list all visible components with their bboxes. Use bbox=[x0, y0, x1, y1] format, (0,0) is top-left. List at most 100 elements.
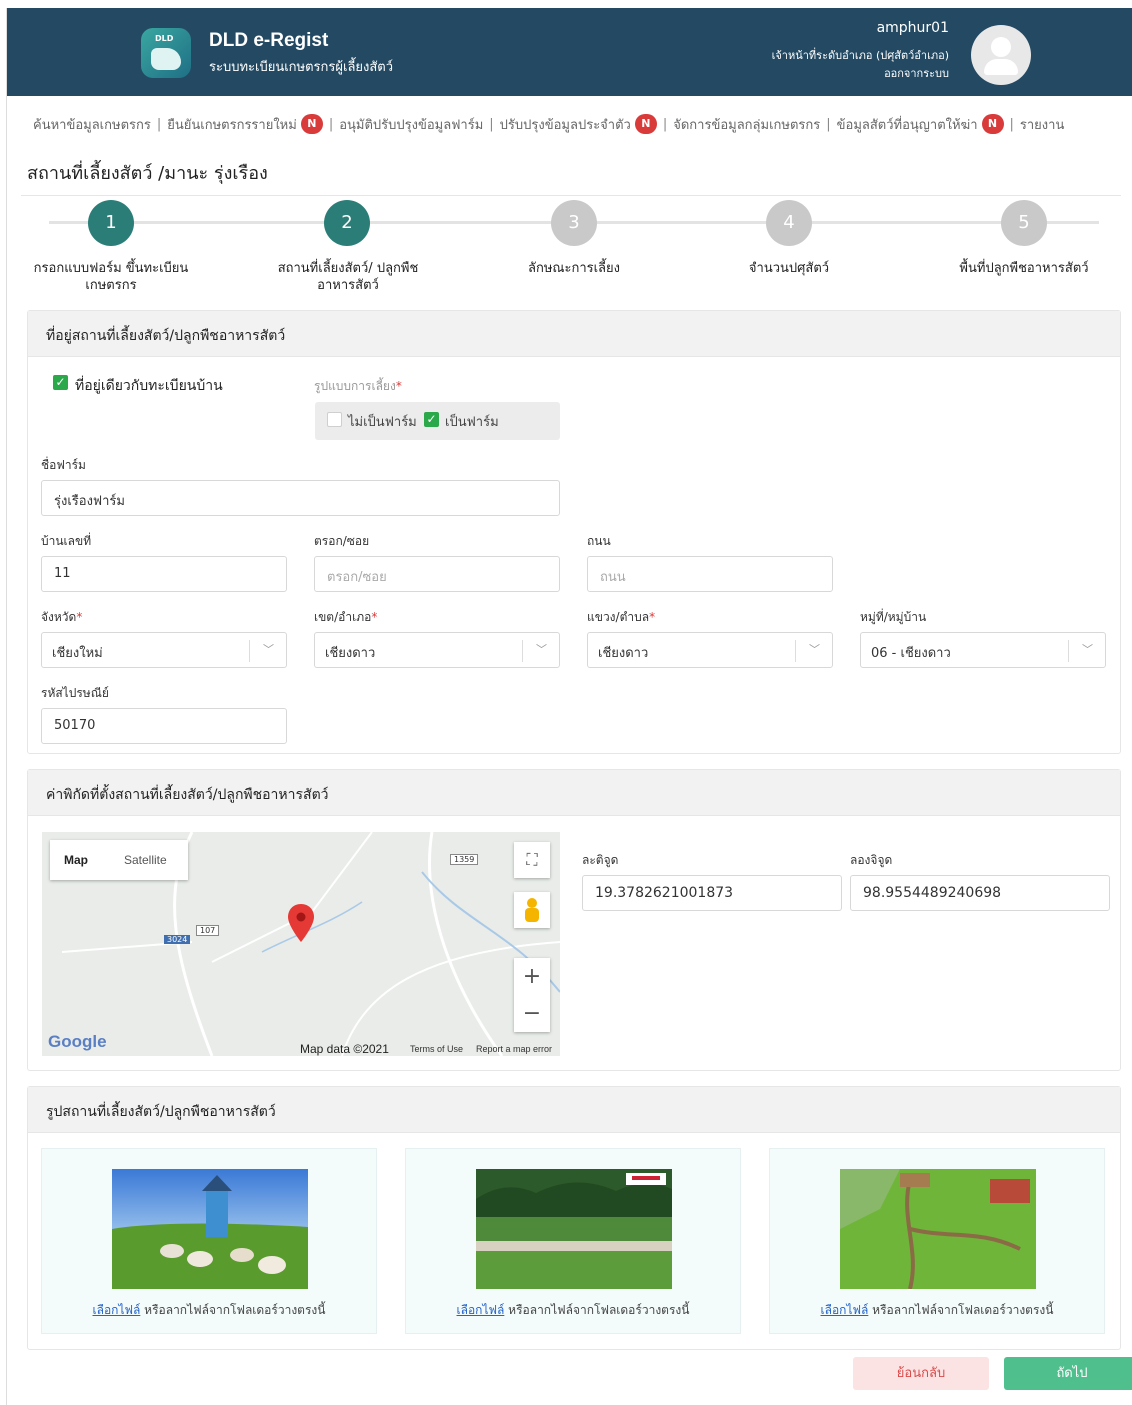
chevron-down-icon: ﹀ bbox=[1082, 643, 1093, 656]
nav-item-confirm-new-farmer[interactable]: ยืนยันเกษตรกรรายใหม่ bbox=[167, 114, 297, 135]
choose-file-link-1[interactable]: เลือกไฟล์ bbox=[93, 1303, 141, 1317]
logout-link[interactable]: ออกจากระบบ bbox=[884, 64, 949, 82]
photos-section-title: รูปสถานที่เลี้ยงสัตว์/ปลูกพืชอาหารสัตว์ bbox=[28, 1087, 1120, 1133]
nav-separator: | bbox=[489, 116, 494, 132]
zoom-out-icon[interactable]: − bbox=[514, 995, 550, 1032]
latitude-input[interactable]: 19.3782621001873 bbox=[582, 875, 842, 911]
top-nav: ค้นหาข้อมูลเกษตรกร | ยืนยันเกษตรกรรายใหม… bbox=[7, 109, 1132, 139]
new-badge: N bbox=[981, 114, 1004, 134]
choose-file-link-3[interactable]: เลือกไฟล์ bbox=[821, 1303, 869, 1317]
district-value: เชียงดาว bbox=[325, 646, 376, 661]
coordinates-card: ค่าพิกัดที่ตั้งสถานที่เลี้ยงสัตว์/ปลูกพื… bbox=[27, 769, 1121, 1071]
step-4[interactable]: 4 bbox=[766, 200, 812, 246]
subdistrict-label: แขวง/ตำบล* bbox=[587, 608, 655, 627]
nav-item-approve-farm-update[interactable]: อนุมัติปรับปรุงข้อมูลฟาร์ม bbox=[339, 114, 483, 135]
road-shield-1359: 1359 bbox=[450, 854, 479, 865]
username: amphur01 bbox=[876, 20, 949, 36]
farm-type-label: รูปแบบการเลี้ยง* bbox=[314, 377, 402, 396]
alley-label: ตรอก/ซอย bbox=[314, 534, 370, 548]
subdistrict-value: เชียงดาว bbox=[598, 646, 649, 661]
longitude-input[interactable]: 98.9554489240698 bbox=[850, 875, 1110, 911]
photo-upload-1[interactable]: เลือกไฟล์ หรือลากไฟล์จากโฟลเดอร์วางตรงนี… bbox=[41, 1148, 377, 1334]
app-window: DLD DLD e-Regist ระบบทะเบียนเกษตรกรผู้เล… bbox=[6, 8, 1132, 1405]
app-title: DLD e-Regist bbox=[209, 30, 329, 51]
zoom-in-icon[interactable]: + bbox=[514, 958, 550, 995]
farm-photo-1 bbox=[112, 1169, 308, 1289]
chevron-down-icon: ﹀ bbox=[809, 643, 820, 656]
house-no-input[interactable]: 11 bbox=[41, 556, 287, 592]
map-marker-icon[interactable] bbox=[288, 904, 314, 942]
photo-pasture-trees bbox=[476, 1169, 672, 1289]
google-logo: Google bbox=[48, 1032, 107, 1051]
new-badge: N bbox=[634, 114, 657, 134]
select-divider bbox=[249, 640, 250, 662]
is-farm-checkbox[interactable]: ✓ bbox=[424, 412, 439, 427]
page-title: สถานที่เลี้ยงสัตว์ /มานะ รุ่งเรือง bbox=[27, 163, 268, 184]
fullscreen-icon[interactable]: ⛶ bbox=[514, 842, 550, 878]
map-tab[interactable]: Map bbox=[64, 853, 88, 867]
photo-upload-2[interactable]: เลือกไฟล์ หรือลากไฟล์จากโฟลเดอร์วางตรงนี… bbox=[405, 1148, 741, 1334]
same-address-checkbox[interactable]: ✓ bbox=[53, 375, 68, 390]
dld-logo: DLD bbox=[141, 28, 191, 78]
district-label: เขต/อำเภอ* bbox=[314, 608, 377, 627]
farm-name-input[interactable]: รุ่งเรืองฟาร์ม bbox=[41, 480, 560, 516]
select-divider bbox=[795, 640, 796, 662]
drag-hint-1: หรือลากไฟล์จากโฟลเดอร์วางตรงนี้ bbox=[144, 1303, 326, 1317]
back-button[interactable]: ย้อนกลับ bbox=[853, 1357, 989, 1390]
nav-separator: | bbox=[156, 116, 162, 132]
satellite-tab[interactable]: Satellite bbox=[124, 853, 167, 867]
user-role: เจ้าหน้าที่ระดับอำเภอ (ปศุสัตว์อำเภอ) bbox=[771, 49, 949, 62]
latitude-label: ละติจูด bbox=[582, 853, 619, 867]
drag-hint-2: หรือลากไฟล์จากโฟลเดอร์วางตรงนี้ bbox=[508, 1303, 690, 1317]
district-select[interactable]: เชียงดาว ﹀ bbox=[314, 632, 560, 668]
step-2[interactable]: 2 bbox=[324, 200, 370, 246]
nav-separator: | bbox=[1009, 116, 1014, 132]
nav-item-reports[interactable]: รายงาน bbox=[1020, 114, 1064, 135]
map-view[interactable]: Map Satellite ⛶ + − 1359 107 3024 Google… bbox=[42, 832, 560, 1056]
village-select[interactable]: 06 - เชียงดาว ﹀ bbox=[860, 632, 1106, 668]
terms-link[interactable]: Terms of Use bbox=[410, 1044, 463, 1054]
subdistrict-label-text: แขวง/ตำบล bbox=[587, 610, 650, 624]
province-label: จังหวัด* bbox=[41, 608, 82, 627]
nav-item-update-profile[interactable]: ปรับปรุงข้อมูลประจำตัว bbox=[500, 114, 631, 135]
avatar[interactable] bbox=[971, 25, 1031, 85]
nav-item-slaughter-permit[interactable]: ข้อมูลสัตว์ที่อนุญาตให้ฆ่า bbox=[837, 114, 978, 135]
farm-photo-2 bbox=[476, 1169, 672, 1289]
step-3-label: ลักษณะการเลี้ยง bbox=[528, 261, 620, 276]
road-shield-3024: 3024 bbox=[164, 935, 191, 944]
app-header: DLD DLD e-Regist ระบบทะเบียนเกษตรกรผู้เล… bbox=[7, 8, 1132, 96]
subdistrict-select[interactable]: เชียงดาว ﹀ bbox=[587, 632, 833, 668]
upload-caption-3: เลือกไฟล์ หรือลากไฟล์จากโฟลเดอร์วางตรงนี… bbox=[770, 1301, 1104, 1320]
new-badge: N bbox=[300, 114, 323, 134]
step-5[interactable]: 5 bbox=[1001, 200, 1047, 246]
not-farm-label: ไม่เป็นฟาร์ม bbox=[348, 415, 417, 430]
upload-caption-1: เลือกไฟล์ หรือลากไฟล์จากโฟลเดอร์วางตรงนี… bbox=[42, 1301, 376, 1320]
photo-upload-3[interactable]: เลือกไฟล์ หรือลากไฟล์จากโฟลเดอร์วางตรงนี… bbox=[769, 1148, 1105, 1334]
select-divider bbox=[1068, 640, 1069, 662]
road-input[interactable]: ถนน bbox=[587, 556, 833, 592]
report-map-error-link[interactable]: Report a map error bbox=[476, 1044, 552, 1054]
nav-item-manage-groups[interactable]: จัดการข้อมูลกลุ่มเกษตรกร bbox=[673, 114, 820, 135]
nav-separator: | bbox=[826, 116, 831, 132]
step-4-label: จำนวนปศุสัตว์ bbox=[748, 261, 830, 276]
app-subtitle: ระบบทะเบียนเกษตรกรผู้เลี้ยงสัตว์ bbox=[209, 60, 394, 75]
not-farm-checkbox[interactable] bbox=[327, 412, 342, 427]
same-address-label: ที่อยู่เดียวกับทะเบียนบ้าน bbox=[75, 378, 223, 394]
required-mark: * bbox=[395, 379, 402, 393]
user-head-icon bbox=[991, 37, 1011, 57]
required-mark: * bbox=[76, 610, 83, 624]
province-select[interactable]: เชียงใหม่ ﹀ bbox=[41, 632, 287, 668]
alley-input[interactable]: ตรอก/ซอย bbox=[314, 556, 560, 592]
farm-name-label: ชื่อฟาร์ม bbox=[41, 458, 86, 472]
step-1[interactable]: 1 bbox=[88, 200, 134, 246]
logo-caption: DLD bbox=[155, 34, 174, 43]
nav-separator: | bbox=[328, 116, 334, 132]
step-5-label: พื้นที่ปลูกพืชอาหารสัตว์ bbox=[959, 261, 1089, 276]
pegman-icon[interactable] bbox=[514, 892, 550, 928]
step-3[interactable]: 3 bbox=[551, 200, 597, 246]
nav-item-search-farmer[interactable]: ค้นหาข้อมูลเกษตรกร bbox=[33, 114, 151, 135]
next-button[interactable]: ถัดไป bbox=[1004, 1357, 1132, 1390]
postal-input[interactable]: 50170 bbox=[41, 708, 287, 744]
farm-photo-3 bbox=[840, 1169, 1036, 1289]
choose-file-link-2[interactable]: เลือกไฟล์ bbox=[457, 1303, 505, 1317]
